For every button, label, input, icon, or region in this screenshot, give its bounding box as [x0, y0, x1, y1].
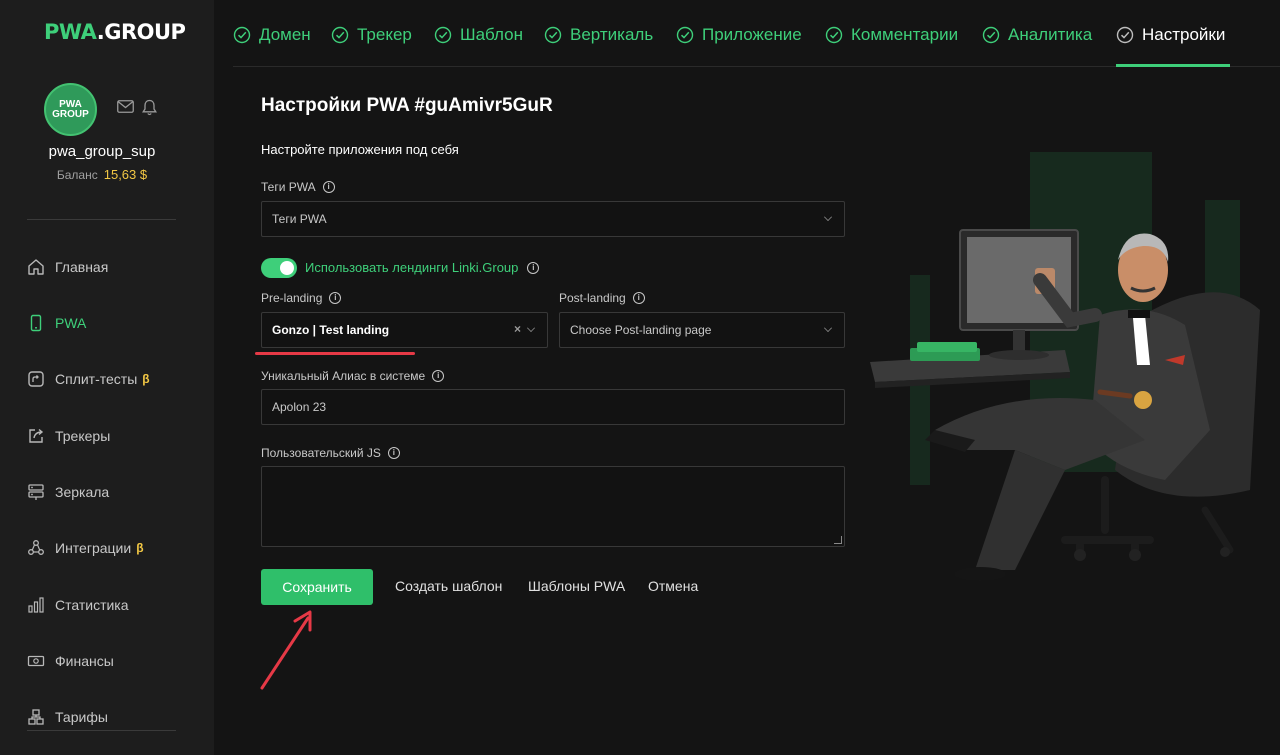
info-icon[interactable]: i [632, 292, 645, 304]
alias-label: Уникальный Алиас в системе i [261, 369, 445, 383]
active-tab-indicator [1116, 64, 1230, 67]
mail-icon[interactable] [117, 100, 134, 113]
clear-icon[interactable]: × [514, 322, 521, 336]
avatar[interactable]: PWA GROUP [44, 83, 97, 136]
tab-analytics[interactable]: Аналитика [982, 24, 1092, 46]
info-icon[interactable]: i [387, 447, 400, 459]
sidebar-item-trackers[interactable]: Трекеры [27, 424, 110, 448]
divider [27, 730, 176, 731]
tab-domain[interactable]: Домен [233, 24, 311, 46]
prelanding-label: Pre-landing i [261, 291, 342, 305]
tariff-icon [28, 709, 44, 725]
balance-value: 15,63 $ [103, 167, 148, 182]
phone-icon [30, 314, 42, 332]
balance: Баланс 15,63 $ [56, 167, 148, 182]
tab-template[interactable]: Шаблон [434, 24, 523, 46]
sidebar-item-tariffs[interactable]: Тарифы [27, 705, 108, 729]
tags-select[interactable]: Теги PWA [261, 201, 845, 237]
chevron-down-icon [824, 324, 832, 332]
sidebar: PWA.GROUP PWA GROUP pwa_group_sup Баланс… [0, 0, 214, 755]
server-icon [28, 484, 44, 500]
home-icon [28, 259, 44, 275]
check-circle-icon [434, 26, 452, 44]
beta-badge: β [136, 541, 144, 555]
check-circle-icon [233, 26, 251, 44]
info-icon[interactable]: i [527, 261, 540, 274]
bell-icon[interactable] [142, 99, 157, 116]
sidebar-item-integrations[interactable]: Интеграции β [27, 536, 144, 560]
sidebar-item-home[interactable]: Главная [27, 255, 108, 279]
pwa-templates-button[interactable]: Шаблоны PWA [528, 578, 625, 594]
money-icon [27, 655, 45, 667]
check-circle-icon [676, 26, 694, 44]
check-circle-icon [1116, 26, 1134, 44]
postlanding-select[interactable]: Choose Post-landing page [559, 312, 845, 348]
sidebar-item-mirrors[interactable]: Зеркала [27, 480, 109, 504]
resize-handle[interactable] [834, 536, 842, 544]
check-circle-icon [331, 26, 349, 44]
chevron-down-icon [527, 324, 535, 332]
tab-application[interactable]: Приложение [676, 24, 802, 46]
tab-vertical[interactable]: Вертикаль [544, 24, 653, 46]
sidebar-item-finance[interactable]: Финансы [27, 649, 114, 673]
create-template-button[interactable]: Создать шаблон [395, 578, 502, 594]
check-circle-icon [544, 26, 562, 44]
custom-js-label: Пользовательский JS i [261, 446, 400, 460]
split-icon [28, 371, 44, 387]
tab-settings[interactable]: Настройки [1116, 24, 1225, 46]
info-icon[interactable]: i [329, 292, 342, 304]
sidebar-item-statistics[interactable]: Статистика [27, 593, 129, 617]
postlanding-label: Post-landing i [559, 291, 645, 305]
integration-icon [28, 540, 44, 555]
tags-label: Теги PWA i [261, 180, 335, 194]
check-circle-icon [982, 26, 1000, 44]
beta-badge: β [142, 372, 150, 386]
mascot-illustration [870, 152, 1260, 581]
tab-tracker[interactable]: Трекер [331, 24, 412, 46]
page-title: Настройки PWA #guAmivr5GuR [261, 95, 553, 116]
info-icon[interactable]: i [432, 370, 445, 382]
alias-input[interactable]: Apolon 23 [261, 389, 845, 425]
logo[interactable]: PWA.GROUP [44, 20, 186, 44]
divider [27, 219, 176, 220]
annotation-underline [255, 352, 415, 355]
sidebar-item-pwa[interactable]: PWA [27, 311, 86, 335]
linki-landing-toggle[interactable] [261, 258, 297, 278]
toggle-label: Использовать лендинги Linki.Group i [305, 260, 540, 275]
sidebar-item-split-tests[interactable]: Сплит-тесты β [27, 367, 150, 391]
page-subtitle: Настройте приложения под себя [261, 142, 459, 157]
step-tabs: Домен Трекер Шаблон Вертикаль Приложение… [233, 0, 1280, 67]
info-icon[interactable]: i [322, 181, 335, 193]
custom-js-textarea[interactable] [261, 466, 845, 547]
tab-comments[interactable]: Комментарии [825, 24, 958, 46]
cancel-button[interactable]: Отмена [648, 578, 698, 594]
prelanding-select[interactable]: Gonzo | Test landing × [261, 312, 548, 348]
annotation-arrow [260, 610, 312, 690]
chevron-down-icon [824, 213, 832, 221]
check-circle-icon [825, 26, 843, 44]
share-icon [29, 428, 44, 443]
username: pwa_group_sup [48, 143, 156, 160]
stats-icon [28, 597, 44, 613]
